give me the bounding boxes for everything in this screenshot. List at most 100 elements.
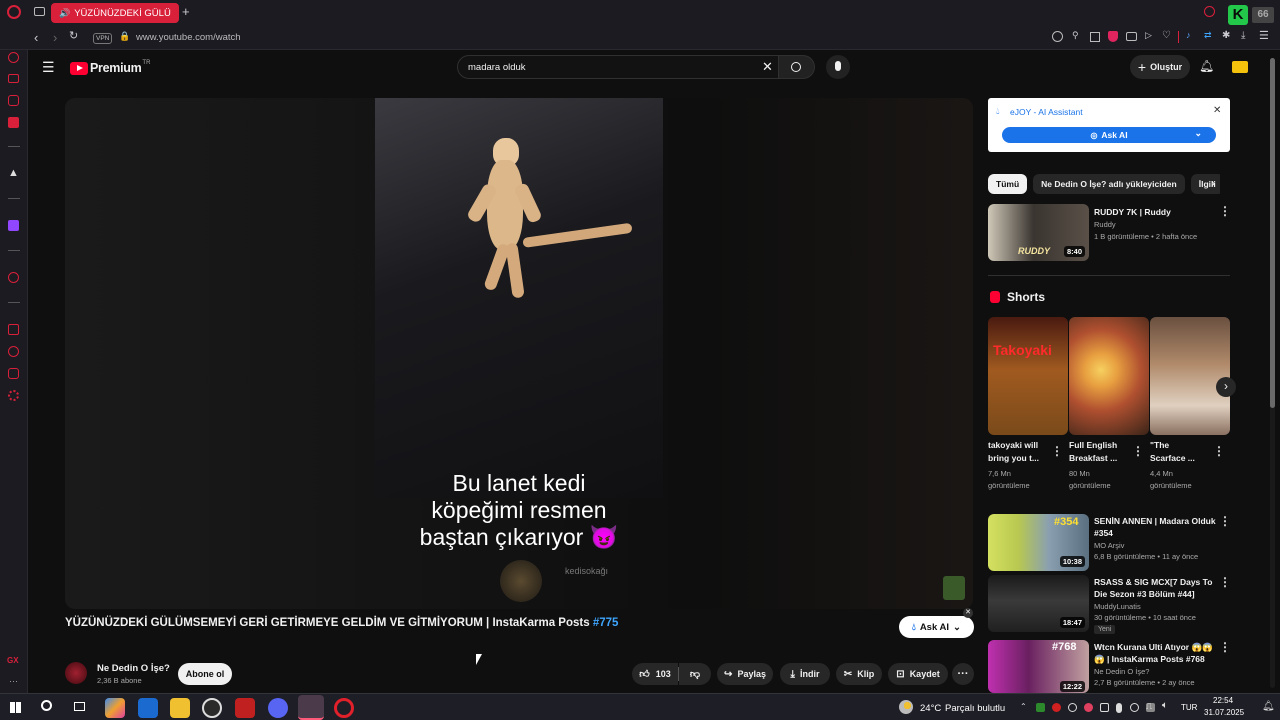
list-item[interactable]: #354 10:38 SENİN ANNEN | Madara Olduk #3… — [988, 514, 1232, 572]
sidebar-mail-icon[interactable] — [8, 117, 19, 128]
copilot-icon[interactable] — [105, 698, 125, 718]
youtube-logo[interactable]: Premium TR — [70, 60, 150, 76]
sidebar-settings-icon[interactable] — [8, 390, 19, 401]
clock-date[interactable]: 31.07.2025 — [1204, 708, 1244, 717]
discord-icon[interactable] — [268, 698, 288, 718]
sidebar-tasks-icon[interactable] — [8, 74, 19, 83]
windows-start-icon[interactable] — [10, 702, 21, 713]
input-language[interactable]: TUR — [1181, 703, 1197, 712]
sidebar-player-icon[interactable] — [8, 272, 19, 283]
outlook-icon[interactable] — [138, 698, 158, 718]
tray-app-icon[interactable] — [1084, 703, 1093, 712]
clear-search-icon[interactable]: ✕ — [762, 60, 773, 73]
more-vertical-icon[interactable]: ⋮ — [1219, 640, 1231, 654]
more-vertical-icon[interactable]: ⋮ — [1213, 444, 1225, 458]
shorts-next-button[interactable]: › — [1216, 377, 1236, 397]
search-tabs-icon[interactable] — [1204, 6, 1215, 17]
opera-gx-icon[interactable] — [298, 695, 324, 720]
temperature[interactable]: 24°C — [920, 703, 941, 714]
vpn-badge[interactable]: VPN — [93, 33, 113, 44]
tray-app-icon[interactable] — [1100, 703, 1109, 712]
tray-app-icon[interactable] — [1036, 703, 1045, 712]
sidebar-arc-icon[interactable]: ▲ — [8, 168, 19, 179]
tray-app-icon[interactable] — [1116, 703, 1122, 713]
url-field[interactable]: www.youtube.com/watch — [136, 32, 241, 43]
back-icon[interactable]: ‹ — [34, 31, 38, 44]
clip-button[interactable]: ✂ Klip — [836, 663, 882, 685]
short-item[interactable]: "The Scarface ... 4,4 Mn görüntüleme ⋮ — [1150, 317, 1230, 497]
lock-icon[interactable]: 🔒 — [119, 32, 130, 41]
video-player[interactable]: Bu lanet kedi köpeğimi resmen baştan çık… — [65, 98, 973, 609]
chip-uploader[interactable]: Ne Dedin O İşe? adlı yükleyiciden — [1033, 174, 1185, 194]
tray-chevron-icon[interactable]: ⌃ — [1020, 702, 1027, 711]
notification-center-icon[interactable]: 🔔︎ — [1262, 701, 1275, 712]
short-item[interactable]: Full English Breakfast ... 80 Mn görüntü… — [1069, 317, 1149, 497]
weather-text[interactable]: Parçalı bulutlu — [945, 703, 1005, 714]
list-item[interactable]: #768 12:22 Wtcn Kurana Ulti Atıyor 😱😱 😱 … — [988, 640, 1232, 693]
opera-icon[interactable] — [334, 698, 354, 718]
clock-time[interactable]: 22:54 — [1213, 696, 1233, 705]
more-vertical-icon[interactable]: ⋮ — [1219, 514, 1231, 528]
create-button[interactable]: + Oluştur — [1130, 55, 1190, 79]
list-item[interactable]: 18:47 RSASS & SIG MCX[7 Days To Die Sezo… — [988, 575, 1232, 634]
translate-icon[interactable]: ⇄ — [1204, 31, 1212, 40]
search-box[interactable]: madara olduk ✕ — [457, 55, 779, 79]
more-vertical-icon[interactable]: ⋮ — [1132, 444, 1144, 458]
menu-icon[interactable]: ☰ — [1259, 31, 1269, 42]
volume-icon[interactable]: 🔈︎ — [1162, 700, 1168, 711]
play-icon[interactable]: ▷ — [1145, 31, 1152, 40]
channel-avatar[interactable] — [65, 662, 87, 684]
search-button[interactable] — [779, 55, 815, 79]
like-button[interactable]: 👍︎ 103 — [632, 663, 678, 685]
ejoy-close-icon[interactable]: ✕ — [1213, 105, 1221, 116]
avatar[interactable] — [1232, 61, 1248, 73]
tray-app-icon[interactable] — [1130, 703, 1139, 712]
sidebar-history-icon[interactable] — [8, 346, 19, 357]
subscribe-button[interactable]: Abone ol — [178, 663, 232, 685]
sidebar-extensions-icon[interactable] — [8, 368, 19, 379]
extension-logo-2[interactable]: 66 — [1252, 7, 1274, 23]
file-explorer-icon[interactable] — [170, 698, 190, 718]
taskbar-search-icon[interactable] — [41, 700, 52, 711]
extension-logo[interactable]: K — [1228, 5, 1248, 25]
weather-icon[interactable] — [899, 700, 913, 714]
task-view-icon[interactable] — [74, 702, 85, 711]
tab-overview-icon[interactable] — [34, 7, 45, 16]
sidebar-more-icon[interactable]: ··· — [9, 676, 18, 686]
share-button[interactable]: ↪ Paylaş — [717, 663, 773, 685]
voice-search-button[interactable] — [826, 55, 850, 79]
obs-icon[interactable] — [202, 698, 222, 718]
tray-app-icon[interactable] — [1052, 703, 1061, 712]
sidebar-messenger-icon[interactable] — [8, 95, 19, 106]
scrollbar-thumb[interactable] — [1270, 58, 1275, 408]
more-vertical-icon[interactable]: ⋮ — [1219, 575, 1231, 589]
chip-related[interactable]: İlgili — [1190, 174, 1220, 194]
ejoy-ask-ai-button[interactable]: ◎ Ask AI ⌄ — [1002, 127, 1216, 143]
sidebar-twitch-icon[interactable] — [8, 220, 19, 231]
chip-all[interactable]: Tümü — [988, 174, 1028, 194]
download-button[interactable]: ⤓ İndir — [780, 663, 830, 685]
sidebar-gx-icon[interactable]: GX — [7, 656, 19, 665]
voicemeeter-icon[interactable] — [235, 698, 255, 718]
reload-icon[interactable]: ↻ — [69, 31, 78, 42]
music-icon[interactable]: ♪ — [1186, 31, 1191, 40]
notifications-bell-icon[interactable]: 🔔︎ — [1199, 60, 1214, 72]
heart-icon[interactable]: ♡ — [1162, 31, 1171, 41]
chips-next-chevron-icon[interactable]: › — [1211, 177, 1215, 189]
network-icon[interactable]: ⎍ — [1146, 701, 1152, 712]
more-actions-button[interactable]: ··· — [952, 663, 974, 685]
opera-logo-icon[interactable] — [7, 5, 21, 19]
hamburger-icon[interactable]: ☰ — [42, 60, 55, 74]
pin-icon[interactable]: ⚲ — [1072, 31, 1079, 40]
sidebar-bookmarks-icon[interactable] — [8, 324, 19, 335]
zoom-out-icon[interactable] — [1052, 31, 1063, 42]
camera-icon[interactable] — [1126, 32, 1137, 41]
video-title-hashtag[interactable]: #775 — [593, 617, 619, 629]
new-tab-icon[interactable]: + — [182, 5, 190, 18]
tab-active[interactable]: 🔊 YÜZÜNÜZDEKİ GÜLÜ — [51, 3, 179, 23]
more-vertical-icon[interactable]: ⋮ — [1051, 444, 1063, 458]
channel-name[interactable]: Ne Dedin O İşe? — [97, 663, 170, 674]
shield-icon[interactable] — [1108, 31, 1118, 42]
short-item[interactable]: Takoyaki takoyaki will bring you t... 7,… — [988, 317, 1068, 497]
save-button[interactable]: ⊡ Kaydet — [888, 663, 948, 685]
